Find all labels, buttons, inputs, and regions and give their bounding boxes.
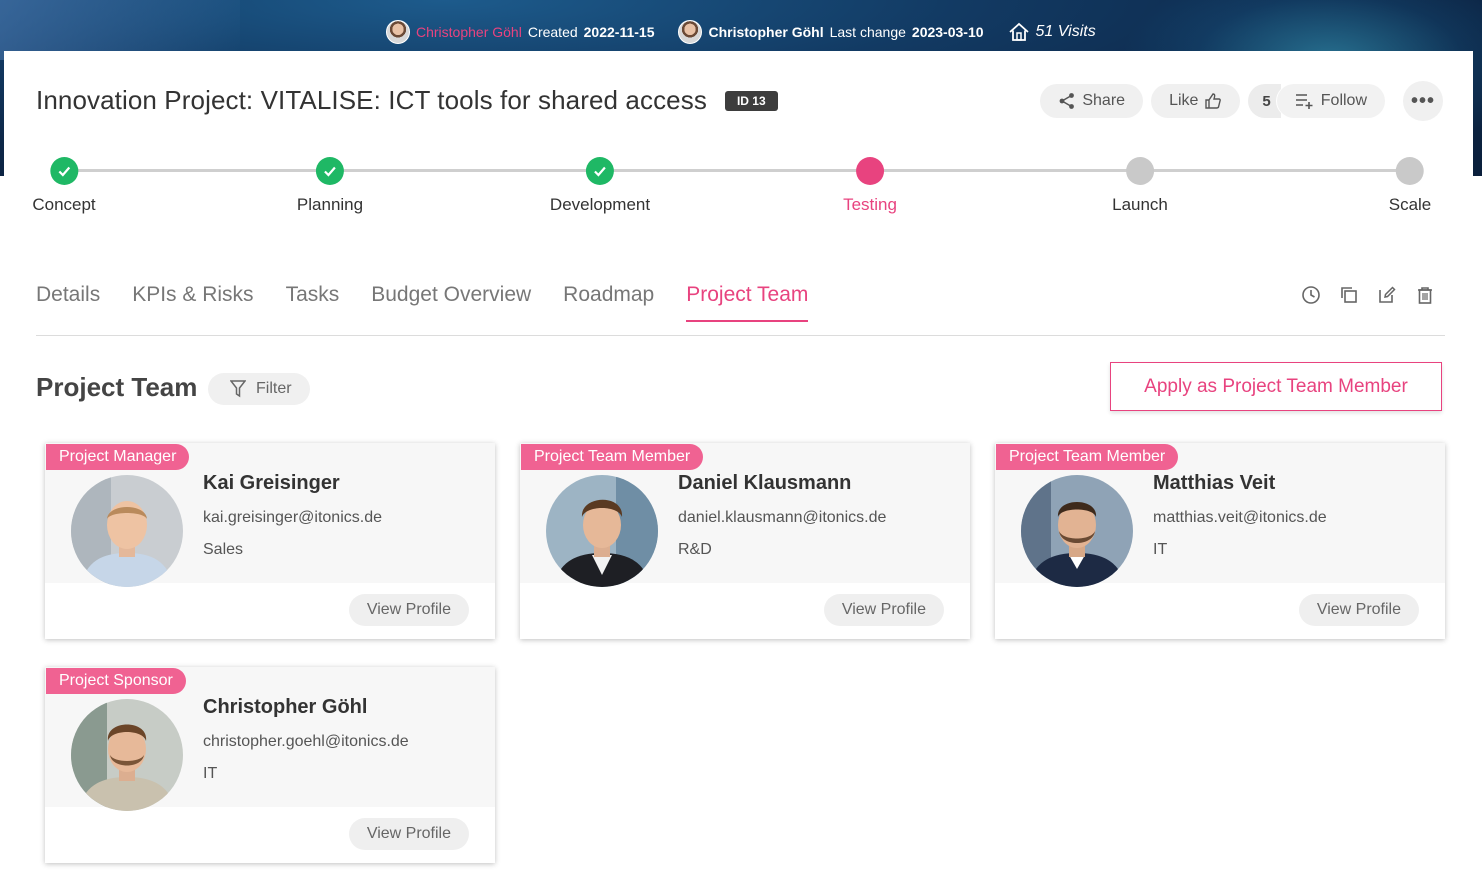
member-email[interactable]: kai.greisinger@itonics.de: [203, 509, 382, 527]
check-icon: [315, 157, 344, 185]
tab-tasks[interactable]: Tasks: [286, 283, 340, 321]
editor-avatar[interactable]: [678, 20, 703, 44]
apply-team-member-button[interactable]: Apply as Project Team Member: [1110, 362, 1442, 411]
share-icon: [1059, 93, 1075, 109]
like-button[interactable]: Like: [1151, 84, 1241, 118]
stage-label: Development: [549, 195, 651, 214]
more-icon: •••: [1410, 89, 1435, 112]
page-title: Innovation Project: VITALISE: ICT tools …: [36, 85, 707, 115]
history-clock-icon[interactable]: [1301, 285, 1321, 305]
creator-name[interactable]: Christopher Göhl: [416, 24, 522, 40]
view-profile-button[interactable]: View Profile: [823, 594, 944, 626]
meta-bar: Christopher Göhl Created 2022-11-15 Chri…: [386, 19, 1096, 45]
tab-budget-overview[interactable]: Budget Overview: [371, 283, 531, 321]
member-avatar: [1021, 475, 1133, 587]
edit-icon[interactable]: [1377, 285, 1397, 305]
stage-testing[interactable]: Testing: [843, 157, 897, 215]
follow-button[interactable]: Follow: [1276, 84, 1385, 118]
stage-stepper: Concept Planning Development Testing Lau…: [4, 153, 1473, 223]
member-department: Sales: [203, 541, 244, 558]
member-email[interactable]: matthias.veit@itonics.de: [1153, 509, 1327, 527]
member-department: IT: [1153, 541, 1168, 558]
more-options-button[interactable]: •••: [1403, 81, 1443, 121]
role-badge: Project Manager: [46, 444, 190, 470]
stepper-track: [64, 169, 1409, 172]
created-date: 2022-11-15: [583, 24, 655, 40]
role-badge: Project Team Member: [521, 444, 704, 470]
like-label: Like: [1169, 92, 1199, 109]
pending-stage-dot: [1396, 157, 1424, 185]
share-button[interactable]: Share: [1040, 84, 1144, 118]
duplicate-icon[interactable]: [1339, 285, 1359, 305]
stage-label: Testing: [843, 195, 897, 214]
check-icon: [49, 157, 78, 185]
filter-button[interactable]: Filter: [208, 373, 310, 405]
stage-scale[interactable]: Scale: [1388, 157, 1432, 215]
last-change-label: Last change: [829, 24, 906, 40]
created-label: Created: [527, 24, 578, 40]
stage-development[interactable]: Development: [550, 157, 650, 215]
member-card: Project Team Member Daniel Klausmann dan…: [520, 443, 970, 639]
id-badge: ID 13: [724, 90, 778, 111]
visits-count: 51 Visits: [1035, 23, 1096, 40]
editor-name[interactable]: Christopher Göhl: [708, 24, 823, 40]
tab-kpis-risks[interactable]: KPIs & Risks: [132, 283, 253, 321]
section-title: Project Team: [36, 372, 198, 402]
current-stage-dot: [856, 157, 884, 185]
stage-label: Launch: [1112, 195, 1168, 214]
stage-label: Scale: [1388, 195, 1432, 214]
follow-group: 5 Follow: [1248, 84, 1385, 118]
follow-count: 5: [1248, 84, 1281, 118]
tab-bar: Details KPIs & Risks Tasks Budget Overvi…: [36, 283, 1445, 336]
member-card: Project Manager Kai Greisinger kai.greis…: [45, 443, 495, 639]
role-badge: Project Sponsor: [46, 668, 186, 694]
member-avatar: [71, 475, 183, 587]
view-profile-button[interactable]: View Profile: [1298, 594, 1419, 626]
main-panel: Innovation Project: VITALISE: ICT tools …: [4, 51, 1473, 896]
member-name[interactable]: Matthias Veit: [1153, 472, 1275, 495]
follow-list-icon: [1295, 94, 1313, 109]
stage-label: Planning: [296, 195, 364, 214]
view-profile-button[interactable]: View Profile: [348, 594, 469, 626]
member-email[interactable]: christopher.goehl@itonics.de: [203, 733, 409, 751]
trash-icon[interactable]: [1415, 285, 1435, 305]
header-actions: Share Like 5 Follow •••: [1040, 81, 1443, 121]
filter-icon: [230, 380, 246, 398]
pending-stage-dot: [1126, 157, 1154, 185]
stage-label: Concept: [32, 195, 96, 214]
share-label: Share: [1082, 92, 1126, 109]
member-card: Project Sponsor Christopher Göhl christo…: [45, 667, 495, 863]
tab-project-team[interactable]: Project Team: [686, 283, 809, 322]
view-profile-button[interactable]: View Profile: [348, 818, 469, 850]
tab-roadmap[interactable]: Roadmap: [563, 283, 654, 321]
follow-label: Follow: [1320, 92, 1367, 109]
member-department: IT: [203, 765, 218, 782]
member-department: R&D: [678, 541, 712, 558]
member-name[interactable]: Christopher Göhl: [203, 696, 367, 719]
last-change-date: 2023-03-10: [911, 24, 984, 40]
creator-avatar[interactable]: [386, 20, 410, 44]
member-name[interactable]: Daniel Klausmann: [678, 472, 851, 495]
member-name[interactable]: Kai Greisinger: [203, 472, 340, 495]
stage-concept[interactable]: Concept: [32, 157, 96, 215]
member-avatar: [71, 699, 183, 811]
member-avatar: [546, 475, 658, 587]
role-badge: Project Team Member: [996, 444, 1179, 470]
stage-launch[interactable]: Launch: [1112, 157, 1168, 215]
member-card: Project Team Member Matthias Veit matthi…: [995, 443, 1445, 639]
member-email[interactable]: daniel.klausmann@itonics.de: [678, 509, 886, 527]
tab-details[interactable]: Details: [36, 283, 100, 321]
stage-planning[interactable]: Planning: [297, 157, 363, 215]
thumbs-up-icon: [1205, 93, 1222, 109]
house-icon: [1008, 22, 1029, 41]
filter-label: Filter: [256, 380, 292, 397]
check-icon: [585, 157, 614, 185]
